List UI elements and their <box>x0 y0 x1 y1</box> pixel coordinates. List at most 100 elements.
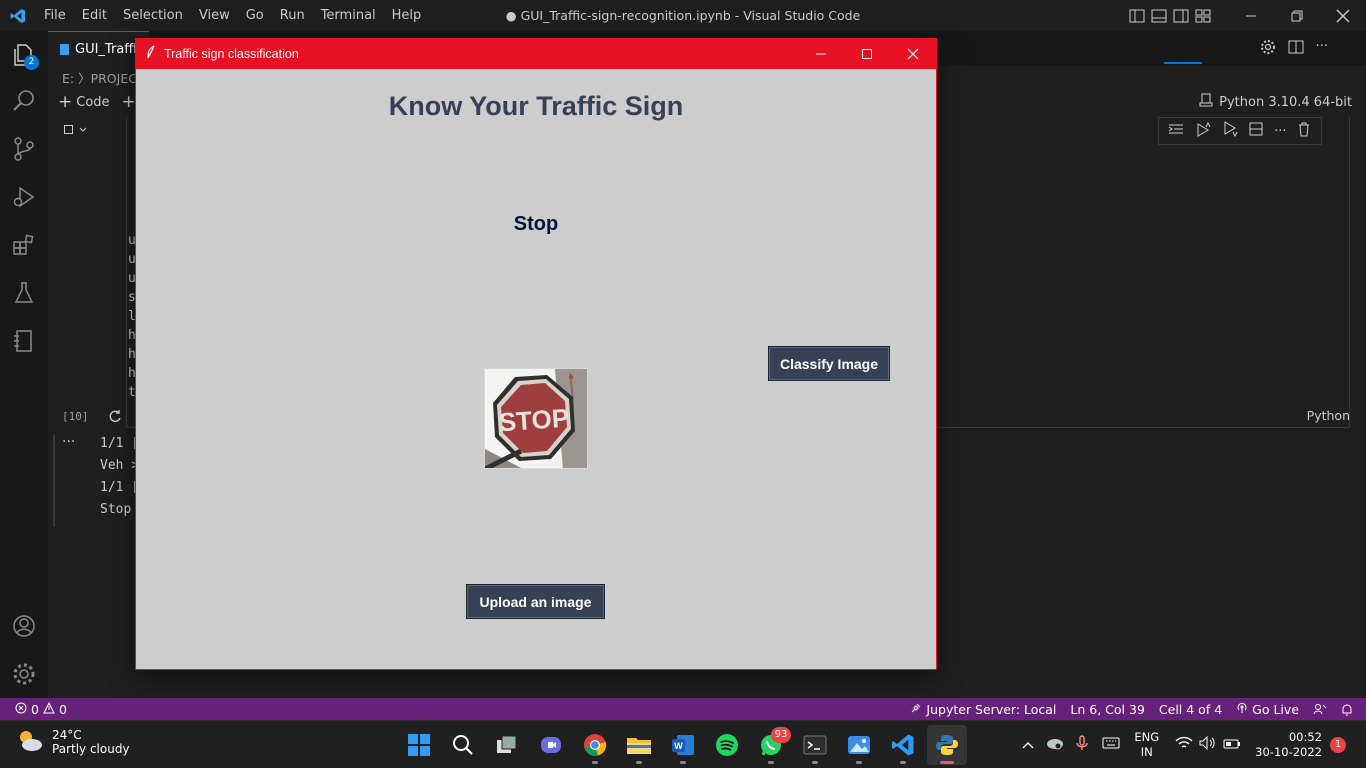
accounts-icon[interactable] <box>0 602 48 650</box>
task-view-icon[interactable] <box>487 725 527 765</box>
go-live-button[interactable]: Go Live <box>1229 698 1306 720</box>
input-language-region: IN <box>1140 745 1153 759</box>
toggle-panel-icon[interactable] <box>1148 0 1170 31</box>
activity-bar: 2 <box>0 31 48 698</box>
execute-above-icon[interactable] <box>1195 121 1211 141</box>
cell-collapse-icon[interactable] <box>64 125 87 134</box>
taskbar-search-icon[interactable] <box>443 725 483 765</box>
search-icon[interactable] <box>0 77 48 125</box>
notification-count[interactable]: 1 <box>1330 737 1346 753</box>
notifications-bell-icon[interactable] <box>1334 698 1360 720</box>
feedback-icon[interactable] <box>1306 698 1334 720</box>
dialog-maximize-icon[interactable] <box>844 39 890 69</box>
warning-count: 0 <box>58 701 67 717</box>
menu-run[interactable]: Run <box>272 0 313 31</box>
gear-icon[interactable] <box>1260 39 1276 59</box>
cursor-position[interactable]: Ln 6, Col 39 <box>1063 698 1152 720</box>
status-bar: 0 0 Jupyter Server: Local Ln 6, Col 39 C… <box>0 698 1366 720</box>
run-by-line-icon[interactable] <box>1168 122 1184 140</box>
upload-image-button[interactable]: Upload an image <box>466 584 605 619</box>
menu-go[interactable]: Go <box>238 0 272 31</box>
settings-gear-icon[interactable] <box>0 650 48 698</box>
more-cell-actions-icon[interactable]: ··· <box>1274 124 1286 139</box>
python-taskbar-icon[interactable] <box>927 725 967 765</box>
add-code-cell-button[interactable]: + Code <box>58 92 110 112</box>
menu-selection[interactable]: Selection <box>115 0 191 31</box>
more-actions-icon[interactable]: ··· <box>1316 39 1328 59</box>
teams-chat-icon[interactable] <box>531 725 571 765</box>
file-explorer-icon[interactable] <box>619 725 659 765</box>
customize-layout-icon[interactable] <box>1192 0 1214 31</box>
keyboard-icon[interactable] <box>1102 737 1120 753</box>
jupyter-icon[interactable] <box>0 317 48 365</box>
source-control-icon[interactable] <box>0 125 48 173</box>
start-button[interactable] <box>399 725 439 765</box>
wifi-icon[interactable] <box>1175 736 1193 754</box>
explorer-icon[interactable]: 2 <box>0 31 48 79</box>
word-icon[interactable]: W <box>663 725 703 765</box>
vscode-taskbar-icon[interactable] <box>883 725 923 765</box>
input-language[interactable]: ENG IN <box>1134 730 1159 760</box>
clock[interactable]: 00:52 30-10-2022 <box>1255 730 1322 760</box>
cell-indicator[interactable]: Cell 4 of 4 <box>1152 698 1229 720</box>
kernel-label: Python 3.10.4 64-bit <box>1219 94 1352 110</box>
menu-terminal[interactable]: Terminal <box>313 0 384 31</box>
chrome-icon[interactable] <box>575 725 615 765</box>
jupyter-server-label: Jupyter Server: Local <box>926 701 1057 717</box>
running-indicator <box>636 761 642 764</box>
weather-widget[interactable]: 24°C Partly cloudy <box>14 727 130 757</box>
classification-result: Stop <box>513 213 559 235</box>
add-code-label: Code <box>76 94 110 110</box>
output-line: Stop <box>100 502 132 517</box>
classify-image-button[interactable]: Classify Image <box>768 346 890 381</box>
close-icon[interactable] <box>1320 0 1366 31</box>
microphone-icon[interactable] <box>1076 735 1089 755</box>
vscode-logo-icon <box>0 0 36 31</box>
jupyter-server-status[interactable]: Jupyter Server: Local <box>903 698 1063 720</box>
testing-icon[interactable] <box>0 269 48 317</box>
dialog-title: Traffic sign classification <box>164 47 299 61</box>
menu-file[interactable]: File <box>36 0 74 31</box>
terminal-icon[interactable] <box>795 725 835 765</box>
delete-cell-icon[interactable] <box>1297 121 1311 141</box>
chevron-up-icon[interactable] <box>1022 738 1034 753</box>
menu-view[interactable]: View <box>191 0 238 31</box>
execute-below-icon[interactable] <box>1222 121 1238 141</box>
kernel-picker[interactable]: Python 3.10.4 64-bit <box>1199 91 1352 113</box>
run-debug-icon[interactable] <box>0 173 48 221</box>
dialog-minimize-icon[interactable] <box>798 39 844 69</box>
split-editor-icon[interactable] <box>1288 39 1304 59</box>
dialog-close-icon[interactable] <box>890 39 936 69</box>
extensions-icon[interactable] <box>0 221 48 269</box>
photos-icon[interactable] <box>839 725 879 765</box>
tab-notebook[interactable]: GUI_Traffi <box>48 31 149 66</box>
cell-language[interactable]: Python <box>1307 408 1350 423</box>
running-indicator <box>680 761 686 764</box>
output-gutter <box>53 435 55 527</box>
warning-icon <box>43 701 55 717</box>
dialog-titlebar[interactable]: Traffic sign classification <box>136 39 936 69</box>
whatsapp-icon[interactable]: 93 <box>751 725 791 765</box>
minimize-icon[interactable] <box>1228 0 1274 31</box>
battery-icon[interactable] <box>1223 738 1241 753</box>
problems-indicator[interactable]: 0 0 <box>8 698 74 720</box>
svg-text:W: W <box>674 741 683 751</box>
output-more-button[interactable]: ··· <box>62 434 75 450</box>
split-cell-icon[interactable] <box>1249 122 1263 140</box>
breadcrumb[interactable]: E: 〉PROJECT <box>62 68 145 87</box>
error-count: 0 <box>31 701 39 717</box>
add-markdown-cell-button[interactable]: + <box>122 92 136 112</box>
running-indicator <box>900 761 906 764</box>
title-controls <box>1126 0 1366 31</box>
spotify-icon[interactable] <box>707 725 747 765</box>
menu-help[interactable]: Help <box>384 0 430 31</box>
toggle-sidebar-icon[interactable] <box>1126 0 1148 31</box>
weather-temperature: 24°C <box>52 728 82 742</box>
refresh-icon[interactable] <box>108 409 122 427</box>
toggle-secondary-sidebar-icon[interactable] <box>1170 0 1192 31</box>
restore-icon[interactable] <box>1274 0 1320 31</box>
stop-sign-text: STOP <box>498 403 570 438</box>
onedrive-icon[interactable] <box>1046 736 1064 754</box>
menu-edit[interactable]: Edit <box>74 0 115 31</box>
volume-icon[interactable] <box>1199 735 1217 754</box>
